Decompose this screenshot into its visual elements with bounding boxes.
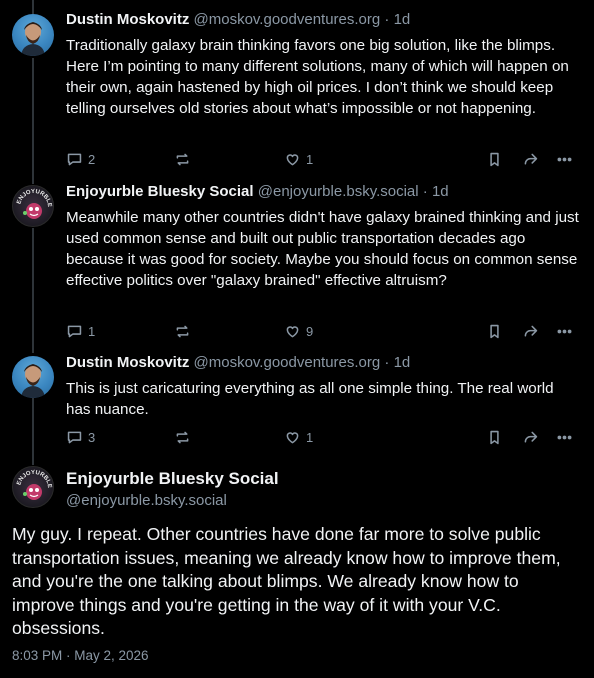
reply-bubble-icon — [67, 153, 82, 165]
avatar[interactable] — [12, 14, 54, 56]
share-button[interactable] — [522, 149, 539, 169]
avatar[interactable] — [12, 356, 54, 398]
author-name[interactable]: Dustin Moskovitz — [66, 354, 189, 371]
share-arrow-icon — [524, 431, 538, 443]
repost-button[interactable] — [174, 321, 191, 341]
more-button[interactable] — [556, 321, 573, 341]
thread-post[interactable]: Dustin Moskovitz @moskov.goodventures.or… — [0, 10, 594, 180]
author-handle[interactable]: @moskov.goodventures.org — [194, 354, 381, 371]
avatar-logo-icon: ENJOYURBLE — [16, 189, 52, 219]
avatar-photo-icon — [21, 22, 45, 56]
post-actions: 2 1 — [66, 149, 586, 169]
post-age[interactable]: 1d — [394, 11, 411, 28]
more-dots-icon — [557, 157, 572, 161]
author-name[interactable]: Enjoyurble Bluesky Social — [66, 469, 279, 489]
like-count: 9 — [306, 323, 314, 339]
bookmark-icon — [490, 430, 499, 444]
focused-post: ENJOYURBLE Enjoyurble Bluesky Social @en… — [0, 466, 594, 678]
like-button[interactable]: 1 — [284, 149, 313, 169]
post-actions: 3 1 — [66, 427, 586, 447]
more-button[interactable] — [556, 149, 573, 169]
reply-button[interactable]: 2 — [66, 149, 95, 169]
post-header: Dustin Moskovitz @moskov.goodventures.or… — [66, 10, 410, 30]
repost-arrows-icon — [176, 325, 189, 337]
post-text: This is just caricaturing everything as … — [66, 380, 554, 418]
post-timestamp[interactable]: 8:03 PM · May 2, 2026 — [12, 648, 149, 663]
bookmark-icon — [490, 324, 499, 338]
share-button[interactable] — [522, 321, 539, 341]
post-age[interactable]: 1d — [432, 183, 449, 200]
reply-count: 1 — [88, 323, 96, 339]
more-dots-icon — [557, 329, 572, 333]
heart-icon — [286, 153, 299, 165]
bookmark-button[interactable] — [486, 321, 503, 341]
reply-button[interactable]: 3 — [66, 427, 95, 447]
author-handle[interactable]: @enjoyurble.bsky.social — [258, 183, 419, 200]
separator-dot: · — [384, 354, 390, 371]
author-handle[interactable]: @enjoyurble.bsky.social — [66, 492, 227, 509]
separator-dot: · — [422, 183, 428, 200]
reply-count: 3 — [88, 429, 96, 445]
bookmark-button[interactable] — [486, 149, 503, 169]
avatar-photo-icon — [21, 364, 45, 398]
like-count: 1 — [306, 151, 314, 167]
repost-arrows-icon — [176, 431, 189, 443]
post-header: Dustin Moskovitz @moskov.goodventures.or… — [66, 353, 410, 373]
post-age[interactable]: 1d — [394, 354, 411, 371]
post-text: Traditionally galaxy brain thinking favo… — [66, 37, 569, 117]
separator-dot: · — [384, 11, 390, 28]
more-button[interactable] — [556, 427, 573, 447]
avatar[interactable]: ENJOYURBLE — [12, 185, 54, 227]
bookmark-button[interactable] — [486, 427, 503, 447]
share-arrow-icon — [524, 325, 538, 337]
share-button[interactable] — [522, 427, 539, 447]
reply-button[interactable]: 1 — [66, 321, 95, 341]
heart-icon — [286, 325, 299, 337]
post-actions: 1 9 — [66, 321, 586, 341]
post-text: Meanwhile many other countries didn't ha… — [66, 209, 579, 289]
thread-post[interactable]: Dustin Moskovitz @moskov.goodventures.or… — [0, 353, 594, 463]
heart-icon — [286, 431, 299, 443]
author-name[interactable]: Dustin Moskovitz — [66, 11, 189, 28]
avatar-logo-icon: ENJOYURBLE — [16, 470, 52, 500]
reply-count: 2 — [88, 151, 96, 167]
like-button[interactable]: 1 — [284, 427, 313, 447]
like-button[interactable]: 9 — [284, 321, 313, 341]
post-header: Enjoyurble Bluesky Social @enjoyurble.bs… — [66, 182, 449, 202]
more-dots-icon — [557, 435, 572, 439]
author-name[interactable]: Enjoyurble Bluesky Social — [66, 183, 254, 200]
reply-bubble-icon — [67, 431, 82, 443]
avatar[interactable]: ENJOYURBLE — [12, 466, 54, 508]
repost-button[interactable] — [174, 427, 191, 447]
share-arrow-icon — [524, 153, 538, 165]
like-count: 1 — [306, 429, 314, 445]
repost-button[interactable] — [174, 149, 191, 169]
author-handle[interactable]: @moskov.goodventures.org — [194, 11, 381, 28]
repost-arrows-icon — [176, 153, 189, 165]
bookmark-icon — [490, 152, 499, 166]
thread-post[interactable]: ENJOYURBLE Enjoyurble Bluesky Social @en… — [0, 182, 594, 352]
post-text: My guy. I repeat. Other countries have d… — [12, 524, 561, 638]
reply-bubble-icon — [67, 325, 82, 337]
